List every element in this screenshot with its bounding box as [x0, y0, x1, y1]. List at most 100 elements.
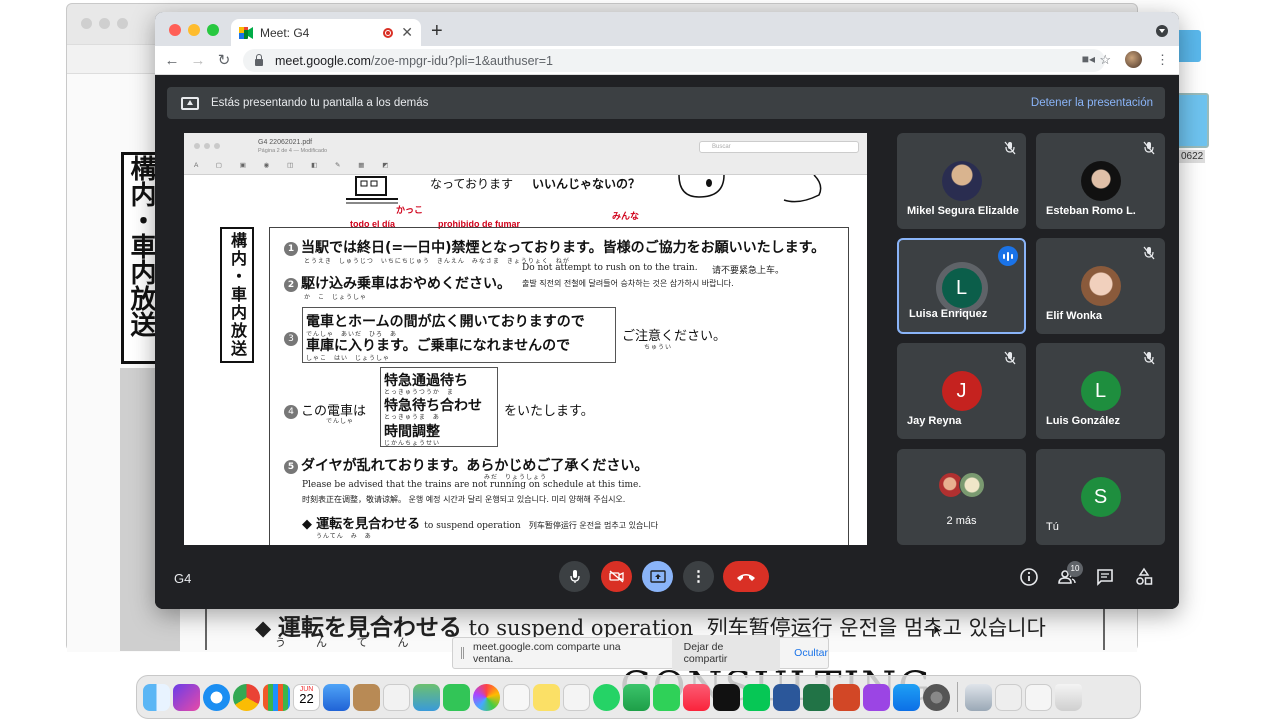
doc-line-5-text: ダイヤが乱れております。あらかじめご了承ください。 [301, 458, 649, 474]
close-tab-icon[interactable]: ✕ [401, 24, 413, 41]
participant-tile-elif[interactable]: Elif Wonka [1036, 238, 1165, 334]
excel-icon[interactable] [803, 683, 830, 711]
siri-icon[interactable] [173, 683, 200, 711]
toolbar-right: ☆ ⋮ [1099, 51, 1169, 68]
podcasts-icon[interactable] [863, 683, 890, 711]
desktop-folder-icon-2[interactable] [1174, 93, 1209, 148]
participant-tile-you[interactable]: S Tú [1036, 449, 1165, 545]
participant-tile-luis[interactable]: L Luis González [1036, 343, 1165, 439]
back-button[interactable]: ← [159, 52, 185, 69]
presenting-text: Estás presentando tu pantalla a los demá… [211, 97, 429, 109]
whatsapp-icon[interactable] [593, 683, 620, 711]
drag-handle-icon[interactable] [461, 647, 464, 659]
participant-tile-jay[interactable]: J Jay Reyna [897, 343, 1026, 439]
safari-icon[interactable] [203, 683, 230, 711]
camera-indicator-icon[interactable]: ■◂ [1082, 52, 1095, 66]
tab-meet[interactable]: Meet: G4 ✕ [231, 19, 421, 46]
mail-icon[interactable] [323, 683, 350, 711]
stop-sharing-button[interactable]: Dejar de compartir [671, 635, 781, 671]
finder-icon[interactable] [143, 683, 170, 711]
leave-call-button[interactable] [723, 561, 769, 592]
system-preferences-icon[interactable] [923, 683, 950, 711]
participant-tile-luisa[interactable]: L Luisa Enriquez [897, 238, 1026, 334]
textedit-icon[interactable] [563, 683, 590, 711]
word-icon[interactable] [773, 683, 800, 711]
circle-number-1: 1 [284, 242, 298, 256]
shared-file-name: G4 22062021.pdf [258, 139, 313, 146]
participant-tile-esteban[interactable]: Esteban Romo L. [1036, 133, 1165, 229]
doc-top-line-2: いいんじゃないの？ [532, 177, 641, 191]
close-window-button[interactable] [169, 24, 181, 36]
chrome-menu-icon[interactable]: ⋮ [1156, 52, 1169, 68]
reload-button[interactable]: ↻ [211, 51, 237, 69]
participant-name-elif: Elif Wonka [1046, 310, 1103, 322]
facetime-icon[interactable] [653, 683, 680, 711]
hide-notification-button[interactable]: Ocultar [794, 647, 828, 659]
note-kakko: かっこ [396, 205, 424, 215]
mic-off-icon [1143, 141, 1155, 155]
launchpad-icon[interactable] [263, 683, 290, 711]
participant-tile-mikel[interactable]: Mikel Segura Elizalde [897, 133, 1026, 229]
maps-icon[interactable] [413, 683, 440, 711]
calendar-icon[interactable]: JUN 22 [293, 683, 320, 711]
forward-button[interactable]: → [185, 52, 211, 69]
doc-line-3a: 電車とホームの間が広く開いておりますので [306, 314, 585, 330]
contacts-icon[interactable] [353, 683, 380, 711]
address-bar[interactable]: meet.google.com/zoe-mpgr-idu?pli=1&authu… [243, 49, 1105, 72]
recent-items-icon[interactable] [1025, 683, 1052, 711]
numbers-icon[interactable] [623, 683, 650, 711]
reminders-icon[interactable] [383, 683, 410, 711]
music-icon[interactable] [683, 683, 710, 711]
chrome-icon[interactable] [233, 683, 260, 711]
activities-icon[interactable] [1134, 567, 1154, 587]
microphone-button[interactable] [559, 561, 590, 592]
camera-off-icon [608, 570, 624, 583]
present-screen-icon [181, 96, 199, 110]
downloads-stack-icon[interactable] [965, 683, 992, 711]
tab-search-button[interactable] [1156, 25, 1168, 37]
present-screen-icon [649, 570, 666, 583]
doc-line-5-cn: 时刻表正在调整，敬请谅解。 운행 예정 시간과 달리 운행되고 있습니다. 미리… [302, 495, 626, 504]
meeting-code: G4 [174, 571, 192, 586]
more-options-button[interactable]: ⋮ [683, 561, 714, 592]
doc-line-1-text: 当駅では終日(=一日中)禁煙となっております。皆様のご協力をお願いいたします。 [301, 240, 826, 256]
profile-avatar[interactable] [1125, 51, 1142, 68]
minimize-window-button[interactable] [188, 24, 200, 36]
photos-icon[interactable] [473, 683, 500, 711]
lock-icon [255, 54, 263, 66]
zoom-window-button[interactable] [207, 24, 219, 36]
keynote-icon[interactable] [503, 683, 530, 711]
doc-side-title: 構内・車内放送 [220, 227, 254, 363]
participant-name-jay: Jay Reyna [907, 415, 962, 427]
cartoon-illustration [678, 175, 822, 203]
participant-tile-more[interactable]: 2 más [897, 449, 1026, 545]
app-store-icon[interactable] [893, 683, 920, 711]
stop-presenting-button[interactable]: Detener la presentación [1031, 97, 1153, 109]
doc-line-6-cn: 列车暂停运行 운전을 멈추고 있습니다 [528, 521, 659, 530]
meeting-info-icon[interactable] [1019, 567, 1039, 587]
doc-line-3b-ruby: しゃこ はい じょうしゃ [306, 355, 391, 362]
chat-icon[interactable] [1095, 567, 1115, 587]
powerpoint-icon[interactable] [833, 683, 860, 711]
notes-icon[interactable] [533, 683, 560, 711]
doc-line-2: 2 駆け込み乗車はおやめください。 [284, 273, 511, 293]
present-now-button[interactable] [642, 561, 673, 592]
camera-off-button[interactable] [601, 561, 632, 592]
trash-icon[interactable] [1055, 683, 1082, 711]
mouse-cursor-icon [934, 625, 943, 637]
participant-name-luisa: Luisa Enriquez [909, 308, 988, 320]
people-button[interactable]: 10 [1057, 561, 1083, 587]
documents-stack-icon[interactable] [995, 683, 1022, 711]
messages-icon[interactable] [443, 683, 470, 711]
circle-number-3: 3 [284, 332, 298, 346]
doc-line-3-tail: ご注意ください。 [622, 329, 727, 344]
doc-line-3b: 車庫に入ります。ご乗車になれませんので [306, 338, 571, 354]
doc-line-2-text: 駆け込み乗車はおやめください。 [301, 276, 511, 292]
bookmark-star-icon[interactable]: ☆ [1099, 52, 1111, 68]
apple-tv-icon[interactable] [713, 683, 740, 711]
new-tab-button[interactable]: + [431, 21, 443, 41]
end-call-icon [737, 573, 755, 581]
participant-photo-elif [1080, 266, 1121, 306]
line-icon[interactable] [743, 683, 770, 711]
people-count-badge: 10 [1067, 561, 1083, 577]
